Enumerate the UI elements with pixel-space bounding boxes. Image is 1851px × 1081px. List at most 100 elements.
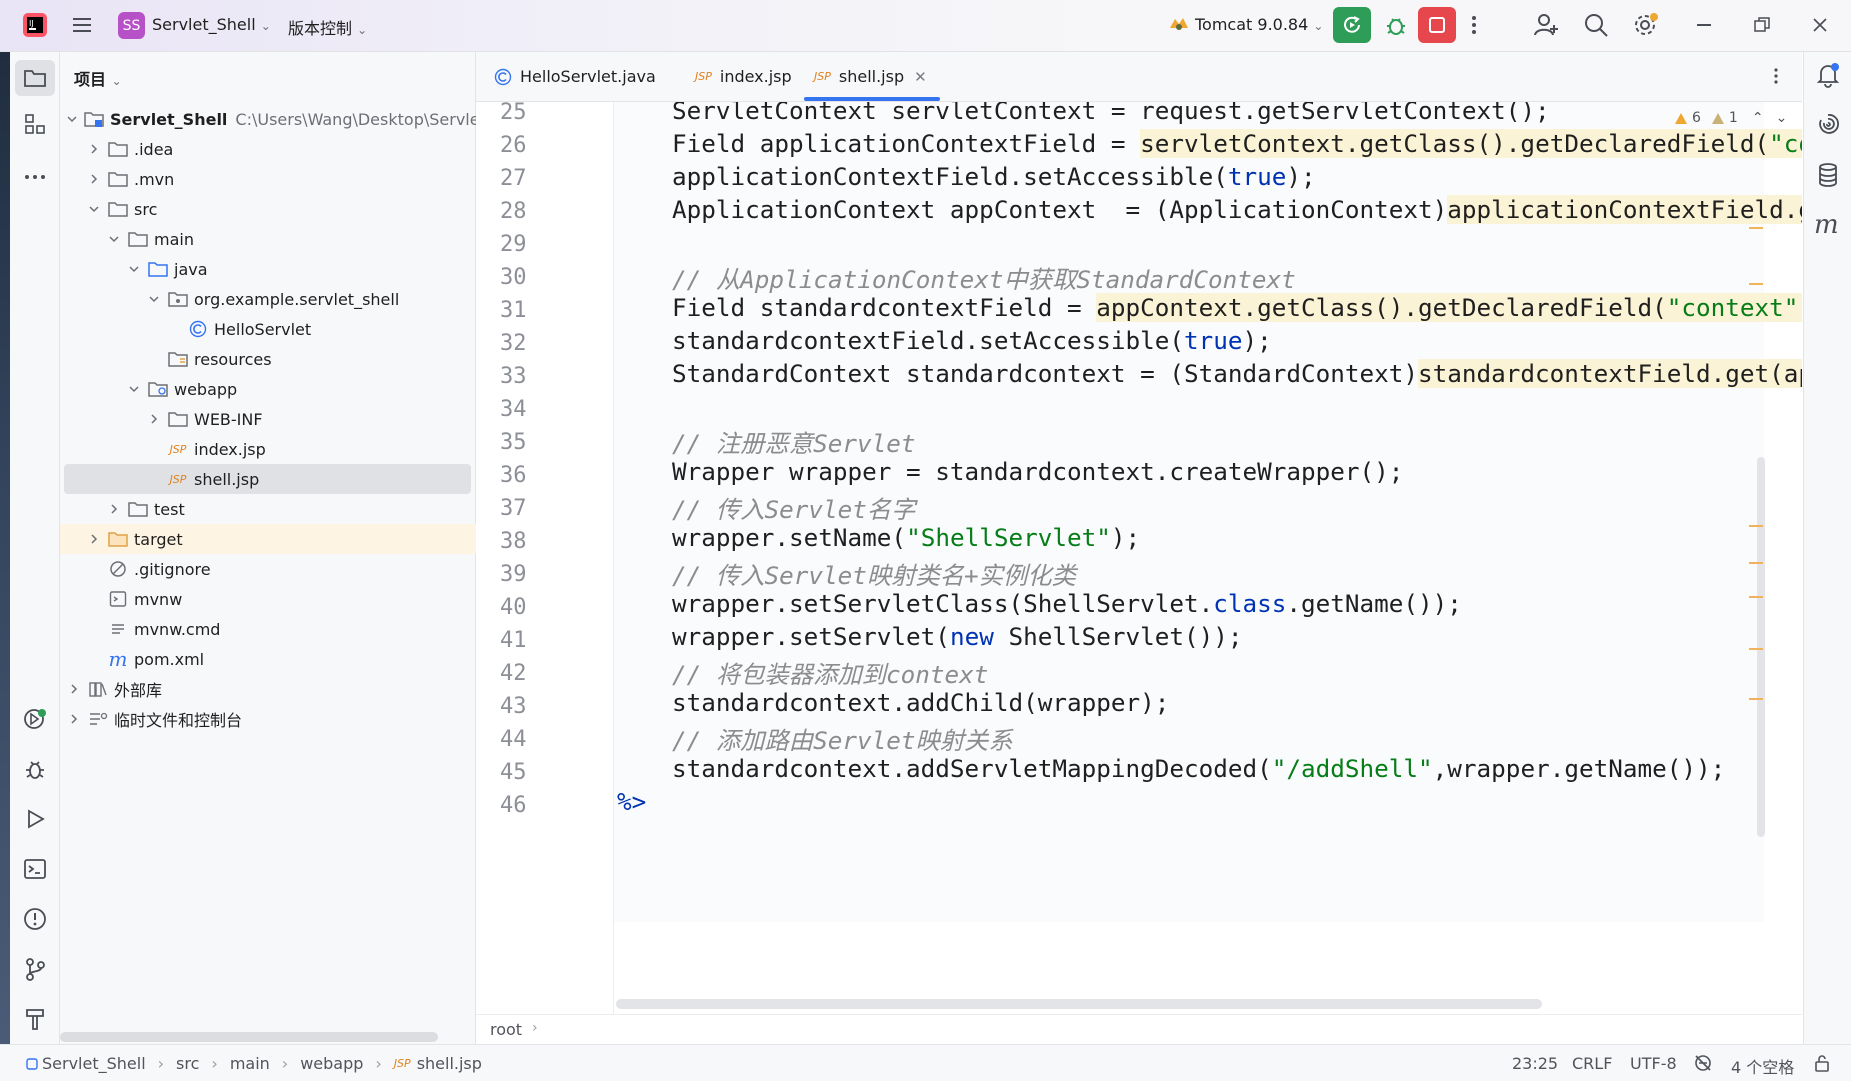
warning-stripe-marker[interactable] — [1749, 525, 1763, 527]
stop-button[interactable] — [1418, 7, 1456, 43]
tree-item[interactable]: .mvn — [60, 164, 501, 194]
vertical-scrollbar[interactable] — [1757, 457, 1765, 837]
debug-tool-button[interactable] — [20, 754, 50, 784]
folder-icon — [24, 70, 46, 87]
chevron-down-icon[interactable] — [126, 381, 142, 397]
tree-item[interactable]: .gitignore — [60, 554, 501, 584]
tree-item-label: Servlet_Shell — [110, 109, 228, 129]
code-line-32: standardcontextField.setAccessible(true)… — [672, 326, 1272, 355]
chevron-right-icon[interactable] — [86, 171, 102, 187]
run-tool-button[interactable] — [20, 804, 50, 834]
tree-item[interactable]: m pom.xml — [60, 644, 501, 674]
more-tools-button[interactable] — [20, 162, 50, 192]
chevron-down-icon[interactable]: ⌄ — [1776, 110, 1788, 126]
tab-helloservlet-java[interactable]: HelloServlet.java — [494, 52, 656, 101]
code-editor[interactable]: 25 26 27 28 29 30 31 32 33 34 35 36 37 38 39 40 41 42 43 44… — [476, 102, 1802, 1014]
run-config-selector[interactable]: Tomcat 9.0.84 ⌄ — [1195, 15, 1323, 34]
chevron-right-icon[interactable] — [86, 531, 102, 547]
search-icon[interactable] — [1583, 12, 1609, 38]
main-menu-icon[interactable] — [70, 13, 94, 37]
tree-item[interactable]: .idea — [60, 134, 501, 164]
ai-assistant-icon[interactable] — [1816, 112, 1840, 136]
more-actions-icon[interactable] — [1470, 13, 1478, 37]
tab-index-jsp[interactable]: JSP index.jsp — [695, 52, 792, 101]
tree-item[interactable]: mvnw — [60, 584, 501, 614]
chevron-down-icon[interactable] — [86, 201, 102, 217]
status-crumb[interactable]: src — [176, 1054, 199, 1073]
maven-icon[interactable]: m — [1814, 210, 1839, 240]
chevron-down-icon[interactable] — [66, 111, 78, 127]
tree-item[interactable]: test — [60, 494, 521, 524]
tree-item[interactable]: mvnw.cmd — [60, 614, 501, 644]
tab-shell-jsp[interactable]: JSP shell.jsp ✕ — [814, 52, 927, 101]
problems-tool-button[interactable] — [20, 904, 50, 934]
terminal-tool-button[interactable] — [20, 854, 50, 884]
chevron-right-icon[interactable] — [66, 681, 82, 697]
indent-setting[interactable]: 4 个空格 — [1731, 1054, 1794, 1078]
tomcat-icon — [1168, 14, 1190, 34]
tree-item[interactable]: Servlet_Shell C:\Users\Wang\Desktop\Servl… — [60, 104, 504, 134]
tree-item[interactable]: webapp — [60, 374, 541, 404]
warning-stripe-marker[interactable] — [1749, 698, 1763, 700]
close-window-button[interactable] — [1812, 17, 1828, 33]
restore-button[interactable] — [1754, 17, 1770, 33]
chevron-right-icon[interactable] — [146, 411, 162, 427]
debug-icon[interactable] — [1383, 12, 1409, 38]
project-selector[interactable]: Servlet_Shell ⌄ — [152, 15, 271, 34]
status-crumb[interactable]: shell.jsp — [417, 1054, 482, 1073]
file-encoding[interactable]: UTF-8 — [1630, 1054, 1677, 1073]
warning-stripe-marker[interactable] — [1749, 596, 1763, 598]
tree-item[interactable]: java — [60, 254, 541, 284]
chevron-right-icon[interactable] — [66, 711, 82, 727]
chevron-right-icon[interactable] — [106, 501, 122, 517]
horizontal-scrollbar[interactable] — [60, 1032, 438, 1042]
chevron-down-icon: ⌄ — [1313, 19, 1324, 33]
warning-stripe-marker[interactable] — [1749, 562, 1763, 564]
chevron-right-icon[interactable] — [86, 141, 102, 157]
tree-item[interactable]: JSP shell.jsp — [64, 464, 471, 494]
services-tool-button[interactable] — [20, 704, 50, 734]
chevron-right-icon: › — [211, 1054, 218, 1073]
code-line-31: Field standardcontextField = appContext.… — [672, 293, 1802, 322]
line-separator[interactable]: CRLF — [1572, 1054, 1612, 1073]
tree-item-label: org.example.servlet_shell — [194, 289, 400, 309]
project-tool-button[interactable] — [15, 60, 55, 96]
intellij-logo-icon[interactable]: IJ — [22, 12, 48, 38]
vcs-menu[interactable]: 版本控制 ⌄ — [288, 15, 367, 39]
caret-position[interactable]: 23:25 — [1512, 1054, 1558, 1073]
breadcrumb-root[interactable]: root — [490, 1020, 522, 1039]
tab-actions-icon[interactable] — [1772, 64, 1780, 88]
close-tab-icon[interactable]: ✕ — [914, 68, 927, 86]
status-crumb[interactable]: webapp — [300, 1054, 363, 1073]
warning-stripe-marker[interactable] — [1749, 648, 1763, 650]
library-icon — [88, 680, 108, 698]
tree-item[interactable]: target — [60, 524, 501, 554]
tree-item[interactable]: 外部库 — [60, 674, 481, 704]
project-view-selector[interactable]: 项目 ⌄ — [74, 66, 122, 90]
structure-tool-button[interactable] — [20, 109, 50, 139]
chevron-down-icon[interactable] — [126, 261, 142, 277]
tree-item[interactable]: main — [60, 224, 521, 254]
code-line-33: StandardContext standardcontext = (Stand… — [672, 359, 1802, 388]
notifications-bell-icon[interactable] — [1816, 62, 1840, 88]
minimize-button[interactable] — [1697, 24, 1711, 26]
lock-icon[interactable] — [1813, 1054, 1831, 1072]
tree-item[interactable]: 临时文件和控制台 — [60, 704, 481, 734]
chevron-down-icon[interactable] — [106, 231, 122, 247]
warning-stripe-marker[interactable] — [1749, 227, 1763, 229]
status-crumb[interactable]: Servlet_Shell — [42, 1054, 146, 1073]
readonly-toggle-icon[interactable] — [1693, 1054, 1713, 1072]
build-tool-button[interactable] — [20, 1004, 50, 1034]
status-crumb[interactable]: main — [230, 1054, 270, 1073]
add-user-icon[interactable] — [1533, 12, 1559, 38]
database-icon[interactable] — [1816, 162, 1840, 188]
chevron-down-icon[interactable] — [146, 291, 162, 307]
editor-horizontal-scrollbar[interactable] — [616, 999, 1542, 1009]
tree-item[interactable]: src — [60, 194, 501, 224]
rerun-button[interactable] — [1333, 7, 1371, 43]
project-badge: SS — [118, 12, 145, 39]
warning-stripe-marker[interactable] — [1749, 283, 1763, 285]
git-tool-button[interactable] — [20, 954, 50, 984]
settings-gear-icon[interactable] — [1632, 11, 1660, 39]
